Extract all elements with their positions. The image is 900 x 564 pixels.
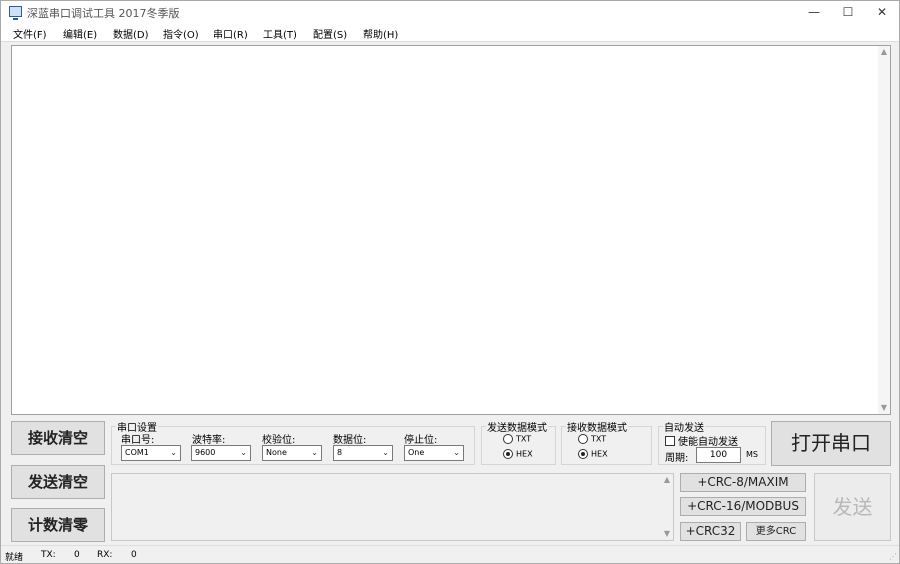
minimize-icon[interactable]: — — [797, 1, 831, 23]
rx-count: 0 — [131, 550, 137, 560]
auto-send-title: 自动发送 — [663, 419, 705, 434]
clear-receive-button[interactable]: 接收清空 — [11, 421, 105, 455]
send-button[interactable]: 发送 — [814, 473, 891, 541]
chevron-down-icon: ⌄ — [311, 448, 318, 457]
recv-txt-label: TXT — [591, 434, 607, 444]
open-port-button[interactable]: 打开串口 — [771, 421, 891, 466]
radio-icon — [578, 434, 588, 444]
menu-edit[interactable]: 编辑(E) — [63, 26, 97, 41]
close-icon[interactable]: ✕ — [865, 1, 899, 23]
radio-selected-icon — [503, 449, 513, 459]
send-txt-radio[interactable]: TXT — [503, 434, 531, 444]
databits-label: 数据位: — [333, 435, 367, 446]
clear-send-button[interactable]: 发送清空 — [11, 465, 105, 499]
window-title: 深蓝串口调试工具 2017冬季版 — [27, 7, 180, 20]
menu-config[interactable]: 配置(S) — [313, 26, 347, 41]
chevron-down-icon: ⌄ — [170, 448, 177, 457]
databits-value: 8 — [337, 448, 343, 457]
reset-count-button[interactable]: 计数清零 — [11, 508, 105, 542]
receive-textarea[interactable]: ▲ ▼ — [11, 45, 891, 415]
send-hex-label: HEX — [516, 449, 533, 459]
menu-help[interactable]: 帮助(H) — [363, 26, 398, 41]
recv-hex-label: HEX — [591, 449, 608, 459]
chevron-down-icon: ⌄ — [240, 448, 247, 457]
parity-value: None — [266, 448, 287, 457]
port-select[interactable]: COM1 ⌄ — [121, 445, 181, 461]
title-bar[interactable]: 深蓝串口调试工具 2017冬季版 — ☐ ✕ — [1, 1, 899, 23]
menu-data[interactable]: 数据(D) — [113, 26, 149, 41]
menu-serial[interactable]: 串口(R) — [213, 26, 248, 41]
radio-icon — [503, 434, 513, 444]
menu-tools[interactable]: 工具(T) — [263, 26, 297, 41]
send-hex-radio[interactable]: HEX — [503, 449, 533, 459]
more-crc-button[interactable]: 更多CRC — [746, 522, 806, 541]
checkbox-icon — [665, 435, 675, 446]
resize-grip-icon[interactable]: ⋰ — [889, 553, 897, 561]
period-input[interactable]: 100 — [696, 447, 741, 463]
auto-send-checkbox[interactable]: 使能自动发送 — [665, 433, 738, 448]
send-textarea[interactable]: ▲ ▼ — [111, 473, 674, 541]
crc8-button[interactable]: +CRC-8/MAXIM — [680, 473, 806, 492]
databits-select[interactable]: 8 ⌄ — [333, 445, 393, 461]
recv-txt-radio[interactable]: TXT — [578, 434, 606, 444]
receive-mode-group: 接收数据模式 TXT HEX — [561, 419, 652, 465]
chevron-down-icon: ⌄ — [453, 448, 460, 457]
status-bar: 就绪 TX: 0 RX: 0 ⋰ — [1, 545, 899, 563]
send-mode-group: 发送数据模式 TXT HEX — [481, 419, 556, 465]
baud-value: 9600 — [195, 448, 216, 457]
serial-settings-group: 串口设置 串口号: COM1 ⌄ 波特率: 9600 ⌄ 校验位: None ⌄… — [111, 419, 475, 465]
chevron-down-icon: ⌄ — [382, 448, 389, 457]
port-value: COM1 — [125, 448, 149, 457]
app-icon — [9, 6, 22, 20]
send-scrollbar[interactable]: ▲ ▼ — [661, 474, 673, 540]
baud-label: 波特率: — [192, 435, 226, 446]
receive-mode-title: 接收数据模式 — [566, 419, 628, 434]
scroll-up-icon[interactable]: ▲ — [661, 474, 673, 486]
stopbits-label: 停止位: — [404, 435, 438, 446]
rx-label: RX: — [97, 550, 113, 560]
period-unit: MS — [746, 450, 758, 459]
tx-label: TX: — [41, 550, 56, 560]
recv-hex-radio[interactable]: HEX — [578, 449, 608, 459]
auto-send-group: 自动发送 使能自动发送 周期: 100 MS — [658, 419, 766, 465]
scroll-down-icon[interactable]: ▼ — [661, 528, 673, 540]
send-txt-label: TXT — [516, 434, 532, 444]
crc16-button[interactable]: +CRC-16/MODBUS — [680, 497, 806, 516]
menu-bar: 文件(F) 编辑(E) 数据(D) 指令(O) 串口(R) 工具(T) 配置(S… — [1, 23, 899, 42]
status-state: 就绪 — [5, 553, 24, 563]
maximize-icon[interactable]: ☐ — [831, 1, 865, 23]
menu-command[interactable]: 指令(O) — [163, 26, 199, 41]
period-label: 周期: — [665, 453, 689, 464]
radio-selected-icon — [578, 449, 588, 459]
crc32-button[interactable]: +CRC32 — [680, 522, 741, 541]
menu-file[interactable]: 文件(F) — [13, 26, 47, 41]
stopbits-select[interactable]: One ⌄ — [404, 445, 464, 461]
scroll-down-icon[interactable]: ▼ — [878, 402, 890, 414]
port-label: 串口号: — [121, 435, 155, 446]
stopbits-value: One — [408, 448, 425, 457]
parity-select[interactable]: None ⌄ — [262, 445, 322, 461]
receive-scrollbar[interactable]: ▲ ▼ — [878, 46, 890, 414]
parity-label: 校验位: — [262, 435, 296, 446]
scroll-up-icon[interactable]: ▲ — [878, 46, 890, 58]
baud-select[interactable]: 9600 ⌄ — [191, 445, 251, 461]
app-window: 深蓝串口调试工具 2017冬季版 — ☐ ✕ 文件(F) 编辑(E) 数据(D)… — [0, 0, 900, 564]
tx-count: 0 — [74, 550, 80, 560]
send-mode-title: 发送数据模式 — [486, 419, 548, 434]
